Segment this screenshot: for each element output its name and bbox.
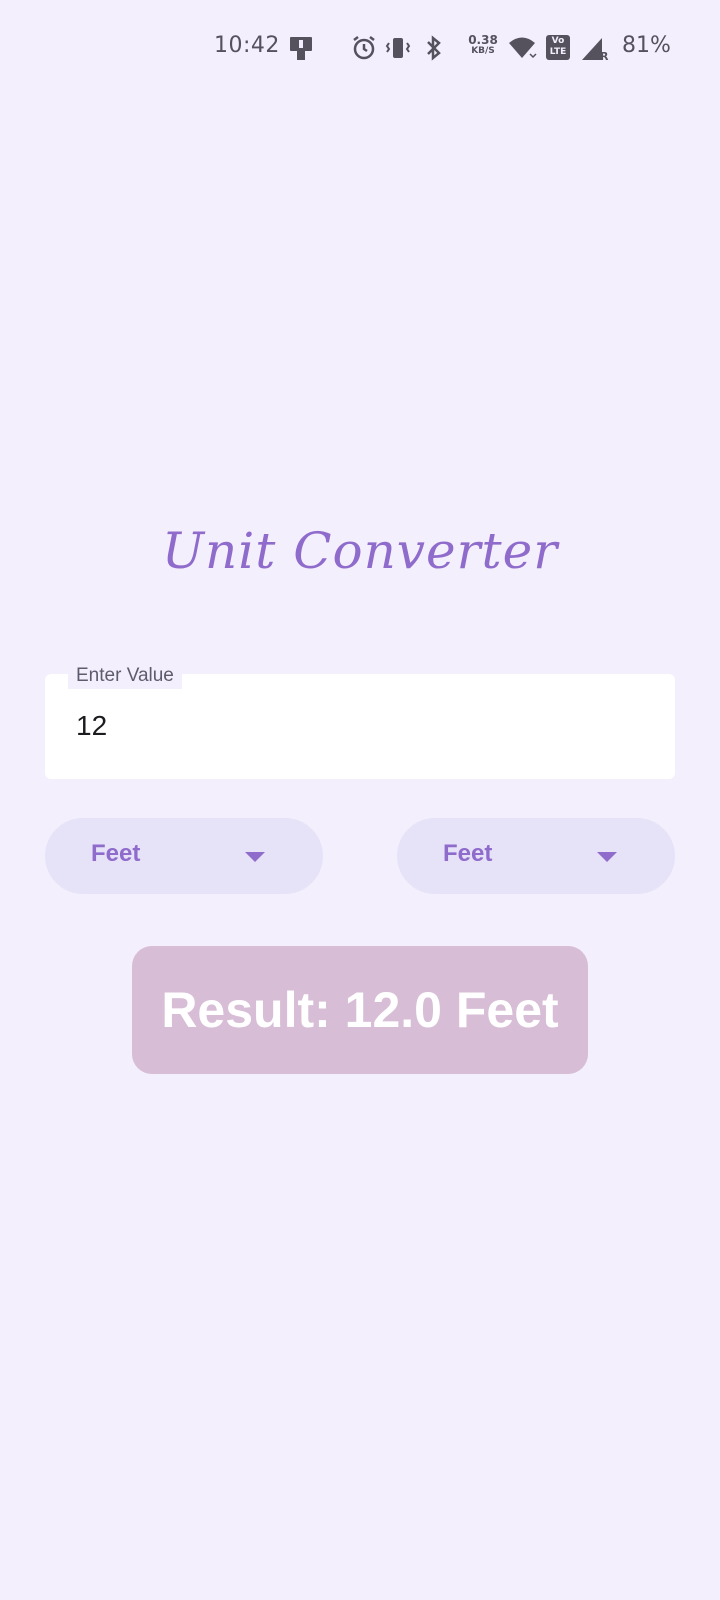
volte-icon: Vo LTE [546, 35, 570, 60]
to-unit-dropdown[interactable]: Feet [397, 818, 675, 894]
value-input[interactable] [76, 710, 636, 742]
vibrate-icon [385, 38, 411, 58]
network-speed-value: 0.38 [468, 33, 498, 47]
value-input-label: Enter Value [68, 663, 182, 689]
chevron-down-icon [245, 852, 265, 862]
result-text: Result: 12.0 Feet [161, 982, 559, 1038]
volte-top: Vo [551, 36, 565, 46]
screen-cast-icon [290, 37, 312, 60]
from-unit-label: Feet [91, 840, 141, 867]
network-speed-unit: KB/S [471, 46, 495, 56]
wifi-icon [509, 37, 537, 59]
network-speed: 0.38 KB/S [465, 34, 501, 56]
alarm-icon [353, 36, 375, 60]
chevron-down-icon [597, 852, 617, 862]
app-title: Unit Converter [161, 522, 559, 580]
battery-level: 81% [622, 33, 671, 58]
bluetooth-icon [427, 35, 441, 61]
to-unit-label: Feet [443, 840, 493, 867]
status-bar: 10:42 0.38 KB/S Vo LTE R 81% [0, 0, 720, 96]
signal-roaming-tag: R [600, 50, 609, 63]
from-unit-dropdown[interactable]: Feet [45, 818, 323, 894]
status-time: 10:42 [214, 33, 280, 58]
volte-bottom: LTE [549, 47, 567, 57]
result-box: Result: 12.0 Feet [132, 946, 588, 1074]
